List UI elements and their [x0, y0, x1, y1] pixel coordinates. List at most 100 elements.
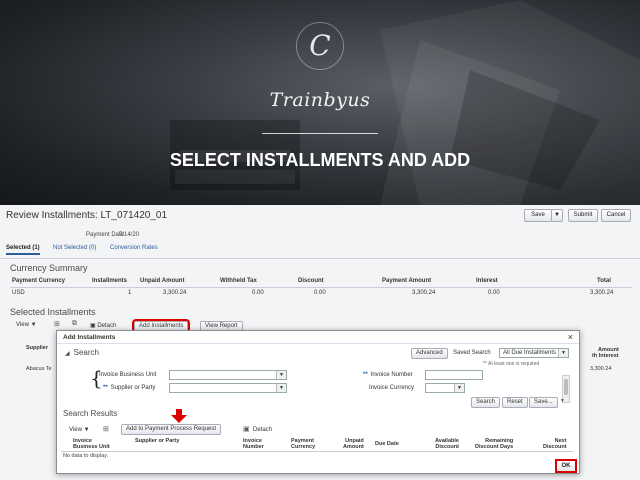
add-installments-dialog: Add Installments × ◢ Search Advanced Save…: [56, 330, 580, 474]
required-mark: **: [103, 385, 108, 391]
wrap-icon[interactable]: ⧉: [72, 320, 77, 328]
scrollbar-thumb[interactable]: [564, 379, 568, 395]
invoice-business-unit-label: Invoice Business Unit: [99, 372, 157, 378]
chevron-down-icon: ▼: [30, 322, 37, 328]
col-total: Total: [597, 278, 611, 284]
cell-discount: 0.00: [314, 290, 326, 296]
chevron-down-icon: ▼: [276, 371, 286, 379]
search-heading: Search: [73, 348, 99, 357]
freeze-icon[interactable]: ⊞: [54, 320, 60, 328]
col-invoice-number: Invoice Number: [243, 438, 264, 450]
detach-icon[interactable]: ▣: [243, 425, 250, 433]
invoice-currency-select[interactable]: ▼: [425, 383, 465, 393]
col-interest: Interest: [476, 278, 498, 284]
col-remaining-discount-days: Remaining Discount Days: [475, 438, 513, 450]
saved-search-label: Saved Search: [453, 350, 491, 356]
invoice-business-unit-select[interactable]: ▼: [169, 370, 287, 380]
chevron-down-icon: ▼: [554, 212, 560, 218]
brace-icon: {: [90, 366, 103, 390]
payment-date-value: 7/14/20: [119, 232, 140, 238]
row-supplier: Abacus Te: [26, 366, 52, 372]
col-supplier: Supplier: [26, 345, 49, 351]
selected-installments-heading: Selected Installments: [10, 307, 96, 317]
col-due-date: Due Date: [375, 441, 399, 447]
col-available-discount: Available Discount: [435, 438, 459, 450]
col-payment-currency: Payment Currency: [291, 438, 315, 450]
add-to-payment-request-button[interactable]: Add to Payment Process Request: [121, 424, 222, 435]
tab-not-selected[interactable]: Not Selected (0): [53, 245, 96, 251]
dialog-title: Add Installments: [63, 334, 116, 341]
col-line: Discount: [435, 444, 459, 450]
col-supplier-or-party: Supplier or Party: [135, 438, 180, 444]
tab-conversion-rates[interactable]: Conversion Rates: [110, 245, 158, 251]
close-icon[interactable]: ×: [568, 332, 573, 342]
save-menu-button[interactable]: ▼: [551, 209, 563, 222]
results-detach-label[interactable]: Detach: [253, 427, 272, 433]
invoice-number-text: Invoice Number: [370, 372, 413, 378]
search-button[interactable]: Search: [471, 397, 501, 408]
cancel-button[interactable]: Cancel: [601, 209, 631, 222]
ok-button[interactable]: OK: [555, 459, 577, 473]
col-payment-amount: Payment Amount: [382, 278, 432, 284]
advanced-button[interactable]: Advanced: [411, 348, 448, 359]
col-withheld-tax: Withheld Tax: [220, 278, 257, 284]
cell-total: 3,300.24: [590, 290, 614, 296]
save-label: Save: [531, 212, 545, 218]
invoice-number-input[interactable]: [425, 370, 483, 380]
tabs-divider: [0, 258, 640, 259]
freeze-icon[interactable]: ⊞: [103, 425, 109, 433]
table-row: USD 1 3,300.24 0.00 0.00 3,300.24 0.00 3…: [10, 290, 632, 300]
slide-title: SELECT INSTALLMENTS AND ADD: [169, 150, 471, 170]
dialog-divider: [57, 343, 579, 344]
cell-interest: 0.00: [488, 290, 500, 296]
cell-installments: 1: [128, 290, 132, 296]
col-line: Business Unit: [73, 444, 110, 450]
search-section-header[interactable]: ◢ Search: [65, 348, 99, 357]
results-divider: [61, 451, 573, 452]
results-view-menu[interactable]: View ▼: [69, 427, 90, 433]
currency-summary-heading: Currency Summary: [10, 263, 88, 273]
divider: [262, 133, 378, 134]
col-installments: Installments: [92, 278, 128, 284]
col-line: Currency: [291, 444, 316, 450]
invoice-currency-label: Invoice Currency: [369, 385, 415, 391]
saved-search-select[interactable]: All Due Installments ▼: [499, 348, 569, 358]
saved-search-value: All Due Installments: [503, 350, 557, 356]
col-line: Amount: [343, 444, 364, 450]
reset-button[interactable]: Reset: [502, 397, 528, 408]
invoice-number-label: ** Invoice Number: [363, 372, 413, 378]
save-button[interactable]: Save: [524, 209, 552, 222]
tab-selected[interactable]: Selected (1): [6, 245, 40, 255]
detach-icon: ▣: [90, 323, 96, 329]
col-payment-currency: Payment Currency: [12, 278, 66, 284]
collapse-triangle-icon: ◢: [65, 351, 70, 357]
view-menu[interactable]: View ▼: [16, 322, 37, 328]
cancel-label: Cancel: [606, 212, 626, 218]
submit-label: Submit: [573, 212, 593, 218]
cell-withheld: 0.00: [252, 290, 264, 296]
detach-button[interactable]: ▣ Detach: [90, 322, 116, 329]
submit-button[interactable]: Submit: [568, 209, 598, 222]
chevron-down-icon[interactable]: ▼: [560, 398, 565, 404]
col-unpaid-amount: Unpaid Amount: [140, 278, 185, 284]
col-next-discount: Next Discount: [543, 438, 567, 450]
required-mark: **: [363, 372, 368, 378]
cell-currency: USD: [12, 290, 25, 296]
supplier-or-party-text: Supplier or Party: [110, 385, 156, 391]
search-results-heading: Search Results: [63, 409, 118, 418]
row-amount: 3,300.24: [590, 366, 612, 372]
no-data-message: No data to display.: [63, 453, 109, 459]
chevron-down-icon: ▼: [558, 349, 568, 357]
chevron-down-icon: ▼: [276, 384, 286, 392]
col-line: Discount: [543, 444, 567, 450]
table-header: Payment Currency Installments Unpaid Amo…: [10, 278, 632, 288]
required-note: ** At least one is required: [483, 361, 540, 367]
save-search-button[interactable]: Save...: [529, 397, 558, 408]
brand-name: Trainbyus: [269, 89, 371, 111]
chevron-down-icon: ▼: [454, 384, 464, 392]
cell-unpaid: 3,300.24: [163, 290, 187, 296]
col-line: Number: [243, 444, 264, 450]
supplier-or-party-select[interactable]: ▼: [169, 383, 287, 393]
chevron-down-icon: ▼: [83, 427, 90, 433]
results-view-label: View: [69, 427, 82, 433]
